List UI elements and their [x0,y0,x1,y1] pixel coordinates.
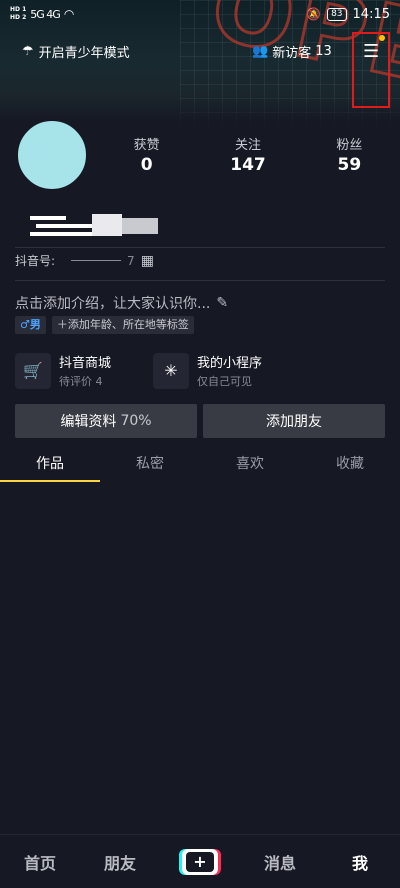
profile-tags: ♂男 ＋添加年龄、所在地等标签 [15,316,194,334]
stat-following-value: 147 [230,155,266,175]
nav-friends[interactable]: 朋友 [80,850,160,874]
profile-stats: 获赞 0 关注 147 粉丝 59 [96,134,400,175]
create-button[interactable]: + [179,848,221,875]
qr-code-icon[interactable]: ▦ [141,253,154,269]
stat-following-label: 关注 [234,138,261,153]
asterisk-icon: ✳ [153,352,189,389]
nickname-redacted [30,212,160,238]
redaction-block [92,214,122,236]
tab-works[interactable]: 作品 [0,448,100,482]
bottom-navigation: 首页 朋友 + 消息 我 [0,834,400,888]
stat-likes: 获赞 0 [96,134,197,175]
notification-dot [379,35,385,41]
hd-indicator: HD 1 HD 2 [10,6,26,22]
bio-placeholder: 点击添加介绍，让大家认识你... [15,296,211,312]
profile-top-bar: ☂ 开启青少年模式 👥 新访客 13 ☰ [0,32,400,108]
mini-programs-title: 我的小程序 [197,356,263,371]
nav-me[interactable]: 我 [320,850,400,874]
new-visitors-label: 新访客 [272,45,312,61]
teen-mode-button[interactable]: ☂ 开启青少年模式 [22,42,130,61]
gender-tag[interactable]: ♂男 [15,316,46,334]
divider [15,280,385,281]
battery-indicator: 83 [327,7,347,21]
redaction-block [122,218,158,234]
douyin-mall-text: 抖音商城 待评价 4 [59,352,111,389]
profile-actions: 编辑资料 70% 添加朋友 [15,404,385,438]
new-visitors-count: 13 [315,43,332,59]
stat-likes-label: 获赞 [133,138,160,153]
mini-programs-entry[interactable]: ✳ 我的小程序 仅自己可见 [153,352,281,389]
cart-icon: 🛒 [15,352,51,389]
services-row: 🛒 抖音商城 待评价 4 ✳ 我的小程序 仅自己可见 [15,352,281,389]
clock: 14:15 [352,6,390,22]
umbrella-icon: ☂ [22,43,34,59]
avatar[interactable] [15,118,89,192]
bio-edit[interactable]: 点击添加介绍，让大家认识你... ✎ [15,293,228,313]
nav-home[interactable]: 首页 [0,850,80,874]
redaction-bar [30,232,100,236]
stat-likes-value: 0 [140,155,153,175]
stat-followers[interactable]: 粉丝 59 [299,134,400,175]
douyin-mall-subtitle: 待评价 4 [59,375,103,388]
stat-following[interactable]: 关注 147 [197,134,298,175]
add-friend-button[interactable]: 添加朋友 [203,404,385,438]
content-tabs: 作品 私密 喜欢 收藏 [0,448,400,482]
douyin-id-value: 7 [127,253,135,268]
tab-favorites[interactable]: 收藏 [300,448,400,482]
redaction-bar [30,216,66,220]
create-button-wrap: + [160,848,240,875]
visitors-icon: 👥 [252,43,269,59]
douyin-id-redaction [71,260,122,261]
status-left: HD 1 HD 2 5G 4G ◠ [10,6,74,22]
status-right: 🔕 83 14:15 [306,7,390,22]
add-tags-button[interactable]: ＋添加年龄、所在地等标签 [51,316,194,334]
mini-programs-subtitle: 仅自己可见 [197,375,252,388]
hamburger-menu-icon: ☰ [363,41,380,62]
new-visitors-button[interactable]: 👥 新访客 13 [252,42,332,61]
divider [15,247,385,248]
add-friend-label: 添加朋友 [266,414,322,430]
wifi-icon: ◠ [63,7,75,21]
mini-programs-text: 我的小程序 仅自己可见 [197,352,262,389]
edit-profile-progress: 70% [120,413,152,429]
douyin-id[interactable]: 抖音号: 7 ▦ [15,252,154,269]
stat-followers-value: 59 [337,155,362,175]
tab-likes[interactable]: 喜欢 [200,448,300,482]
hd1-label: HD 1 [10,6,27,13]
status-bar: HD 1 HD 2 5G 4G ◠ 🔕 83 14:15 [0,0,400,28]
nav-create[interactable]: + [160,848,240,875]
hd2-label: HD 2 [10,14,27,21]
nav-messages[interactable]: 消息 [240,850,320,874]
douyin-mall-entry[interactable]: 🛒 抖音商城 待评价 4 [15,352,143,389]
teen-mode-label: 开启青少年模式 [38,45,130,61]
signal-icon: 5G 4G [30,7,61,21]
stat-followers-label: 粉丝 [336,138,363,153]
douyin-id-label: 抖音号: [15,254,56,268]
edit-profile-label: 编辑资料 [60,414,117,430]
edit-profile-button[interactable]: 编辑资料 70% [15,404,197,438]
douyin-mall-title: 抖音商城 [59,356,112,371]
tab-private[interactable]: 私密 [100,448,200,482]
plus-icon: + [186,851,214,872]
menu-button[interactable]: ☰ [352,32,390,108]
gender-tag-label: ♂男 [20,318,41,331]
pencil-icon: ✎ [216,295,229,311]
mute-icon: 🔕 [306,7,322,21]
